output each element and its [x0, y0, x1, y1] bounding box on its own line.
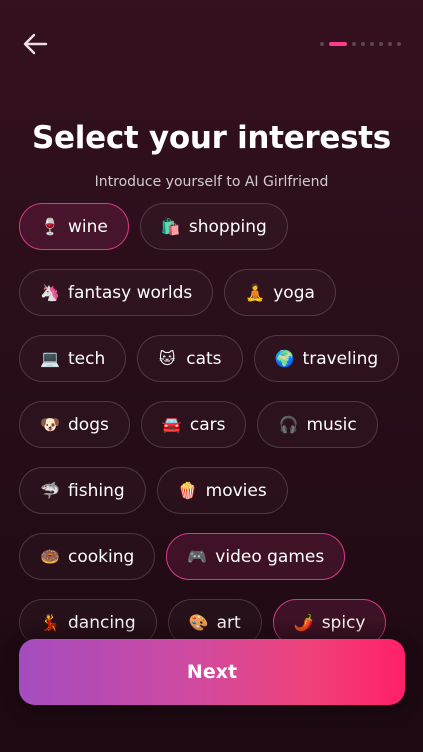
interest-chip-music[interactable]: 🎧 music [257, 401, 378, 448]
page-title: Select your interests [32, 120, 391, 156]
interest-chip-list: 🍷 wine 🛍️ shopping 🦄 fantasy worlds 🧘 yoga 💻 tech… [19, 203, 409, 665]
progress-dot [388, 42, 392, 46]
progress-dot [370, 42, 374, 46]
interest-chip-cars[interactable]: 🚘 cars [140, 401, 247, 448]
interest-chip-fantasy-worlds[interactable]: 🦄 fantasy worlds [19, 269, 214, 316]
progress-dot [397, 42, 401, 46]
chip-row: 🍷 wine 🛍️ shopping [19, 203, 409, 250]
interest-chip-shopping[interactable]: 🛍️ shopping [139, 203, 288, 250]
chip-row: 💻 tech 🐱 cats 🌍 traveling [19, 335, 409, 382]
chip-label: movies [205, 480, 267, 501]
interest-chip-fishing[interactable]: 🦈 fishing [19, 467, 146, 514]
chip-label: tech [68, 348, 106, 369]
interest-chip-cooking[interactable]: 🍩 cooking [19, 533, 156, 580]
back-button[interactable] [20, 30, 52, 58]
page-subtitle: Introduce yourself to AI Girlfriend [94, 174, 329, 190]
chip-label: cars [189, 414, 226, 435]
chip-label: shopping [188, 216, 267, 237]
fishing-icon: 🦈 [40, 480, 60, 500]
chip-row: 🦄 fantasy worlds 🧘 yoga [19, 269, 409, 316]
dogs-icon: 🐶 [40, 414, 60, 434]
chip-label: yoga [273, 282, 315, 303]
chip-label: video games [215, 546, 325, 567]
cars-icon: 🚘 [161, 414, 182, 434]
chip-row: 🐶 dogs 🚘 cars 🎧 music [19, 401, 409, 448]
chip-label: fishing [68, 480, 125, 501]
yoga-icon: 🧘 [245, 282, 266, 302]
interest-chip-traveling[interactable]: 🌍 traveling [253, 335, 400, 382]
interest-chip-cats[interactable]: 🐱 cats [137, 335, 243, 382]
chip-label: traveling [302, 348, 379, 369]
progress-dot [379, 42, 383, 46]
next-button[interactable]: Next [19, 639, 405, 705]
chip-row: 🍩 cooking 🎮 video games [19, 533, 409, 580]
cats-icon: 🐱 [158, 348, 176, 368]
interest-chip-dogs[interactable]: 🐶 dogs [19, 401, 130, 448]
top-bar [0, 0, 423, 90]
interest-chip-wine[interactable]: 🍷 wine [19, 203, 129, 250]
cooking-icon: 🍩 [40, 546, 60, 566]
chip-row: 🦈 fishing 🍿 movies [19, 467, 409, 514]
interest-chip-video-games[interactable]: 🎮 video games [166, 533, 346, 580]
video-games-icon: 🎮 [187, 546, 208, 566]
progress-dot [320, 42, 324, 46]
chip-label: fantasy worlds [68, 282, 193, 303]
music-icon: 🎧 [278, 414, 299, 434]
progress-dot [352, 42, 356, 46]
chip-label: cooking [68, 546, 135, 567]
shopping-icon: 🛍️ [160, 216, 181, 236]
fantasy-worlds-icon: 🦄 [40, 282, 60, 302]
step-progress-indicator [320, 40, 401, 48]
wine-icon: 🍷 [40, 216, 60, 236]
interest-chip-movies[interactable]: 🍿 movies [156, 467, 288, 514]
traveling-icon: 🌍 [274, 348, 295, 368]
interest-chip-yoga[interactable]: 🧘 yoga [224, 269, 336, 316]
movies-icon: 🍿 [177, 480, 198, 500]
chip-label: cats [186, 348, 222, 369]
chip-label: music [306, 414, 357, 435]
progress-dot-active [329, 42, 347, 46]
arrow-left-icon [23, 33, 48, 55]
chip-label: wine [68, 216, 108, 237]
tech-icon: 💻 [40, 348, 60, 368]
progress-dot [361, 42, 365, 46]
interests-screen: Select your interests Introduce yourself… [0, 0, 423, 752]
chip-label: dogs [68, 414, 109, 435]
interest-chip-tech[interactable]: 💻 tech [19, 335, 127, 382]
